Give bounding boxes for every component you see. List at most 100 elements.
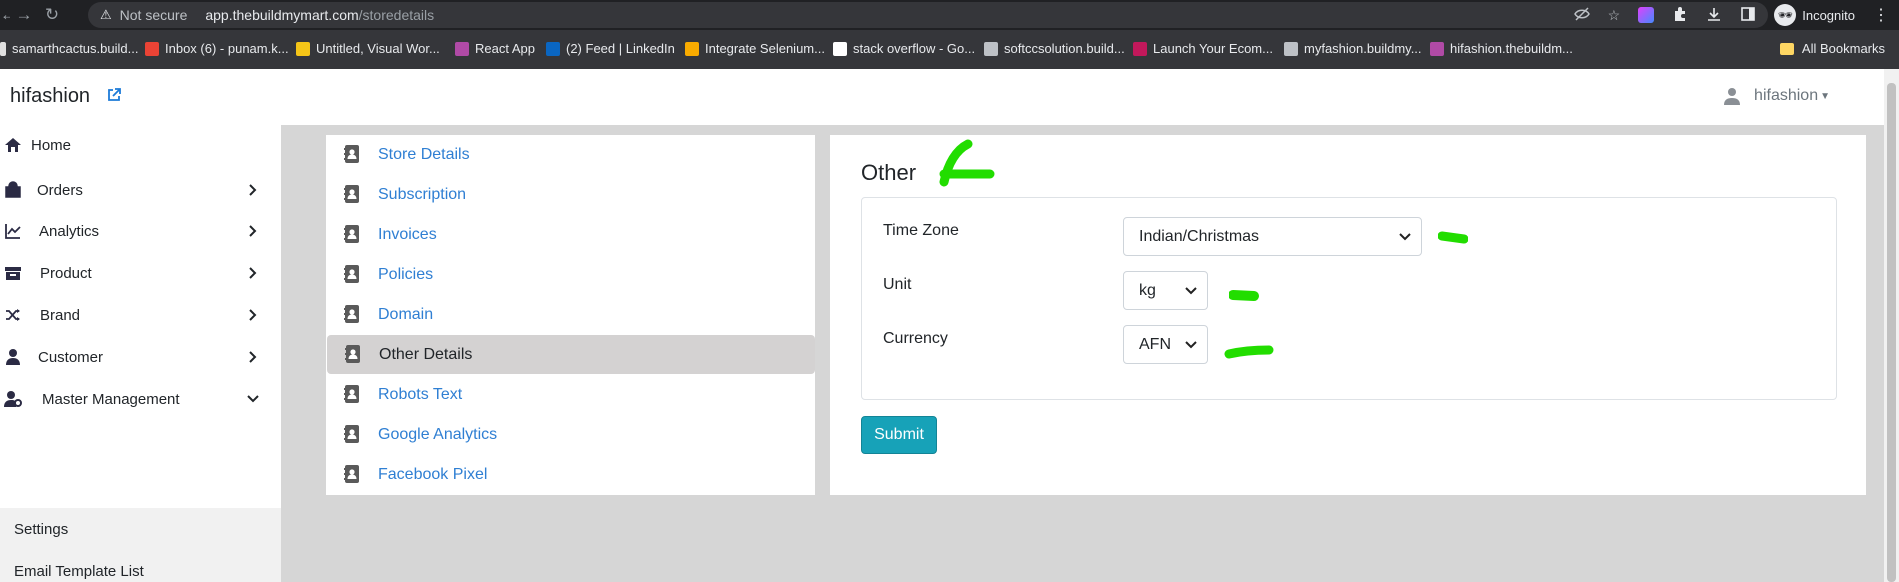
settings-menu-item-subscription[interactable]: Subscription (326, 175, 815, 215)
puzzle-icon[interactable] (1672, 6, 1688, 25)
bookmark-item[interactable]: myfashion.buildmy... (1284, 41, 1422, 56)
settings-menu-item-facebook-pixel[interactable]: Facebook Pixel (326, 455, 815, 495)
bookmark-favicon-icon (685, 41, 699, 56)
unit-select[interactable]: kg (1123, 271, 1208, 310)
sidebar-item-analytics[interactable]: Analytics (0, 211, 281, 251)
bookmark-item[interactable]: samarthcactus.build... (0, 41, 138, 56)
settings-menu-item-policies[interactable]: Policies (326, 255, 815, 295)
caret-down-icon: ▼ (1820, 90, 1830, 102)
sidebar-item-label: Orders (37, 182, 83, 199)
time-zone-select[interactable]: Indian/Christmas (1123, 217, 1422, 256)
page-scrollbar[interactable] (1884, 69, 1899, 582)
contact-book-icon (344, 425, 359, 443)
settings-menu-item-domain[interactable]: Domain (326, 295, 815, 335)
panel-title: Other (861, 160, 917, 185)
time-zone-label: Time Zone (883, 222, 959, 239)
security-label[interactable]: Not secure (120, 7, 188, 23)
currency-select[interactable]: AFN (1123, 325, 1208, 364)
sidebar-item-orders[interactable]: Orders (0, 170, 281, 210)
app-header: hifashion hifashion ▼ (0, 69, 1884, 125)
bookmark-item[interactable]: Launch Your Ecom... (1133, 41, 1273, 56)
star-icon[interactable]: ☆ (1608, 7, 1621, 24)
browser-toolbar: ← → ↻ ⚠ Not secure app.thebuildmymart.co… (0, 0, 1899, 30)
currency-value: AFN (1139, 335, 1171, 353)
bookmark-item[interactable]: Inbox (6) - punam.k... (145, 41, 289, 56)
chevron-right-icon (249, 351, 257, 363)
settings-menu-label: Facebook Pixel (378, 466, 488, 483)
reload-icon[interactable]: ↻ (38, 5, 66, 25)
user-icon (1724, 87, 1741, 105)
sidebar-item-customer[interactable]: Customer (0, 337, 281, 377)
user-menu[interactable]: hifashion ▼ (1724, 87, 1830, 105)
scrollbar-thumb[interactable] (1887, 83, 1896, 582)
extension-color-icon[interactable] (1638, 7, 1655, 23)
bookmark-favicon-icon (145, 41, 159, 56)
warning-icon[interactable]: ⚠ (100, 7, 112, 23)
forward-arrow-icon[interactable]: → (10, 5, 38, 25)
annotation-arrow-mark (939, 139, 995, 187)
submit-button[interactable]: Submit (861, 416, 937, 454)
incognito-indicator[interactable]: 🕶 Incognito (1774, 4, 1855, 26)
external-link-icon[interactable] (106, 87, 124, 105)
browser-actions: ☆ 🕶 Incognito ⋮ (1573, 4, 1889, 26)
bookmark-item[interactable]: (2) Feed | LinkedIn (546, 41, 675, 56)
submenu-item-settings[interactable]: Settings (14, 521, 68, 538)
eye-off-icon[interactable] (1573, 6, 1590, 25)
download-icon[interactable] (1706, 6, 1722, 25)
all-bookmarks[interactable]: All Bookmarks (1779, 41, 1885, 56)
brand-name: hifashion (10, 85, 91, 107)
sidebar-item-label: Master Management (42, 391, 180, 408)
user-icon (4, 348, 22, 366)
bookmark-favicon-icon (546, 41, 560, 56)
sidebar: Settings Email Template List Home Orders A… (0, 125, 281, 582)
sidebar-item-master-management[interactable]: Master Management (0, 379, 281, 419)
box-icon (4, 264, 22, 282)
bookmark-label: softccsolution.build... (1004, 41, 1125, 56)
kebab-menu-icon[interactable]: ⋮ (1873, 5, 1889, 25)
bookmark-item[interactable]: React App (455, 41, 535, 56)
submenu-item-email-template-list[interactable]: Email Template List (14, 563, 144, 580)
sidebar-item-home[interactable]: Home (0, 125, 281, 165)
contact-book-icon (344, 305, 359, 323)
contact-book-icon (344, 145, 359, 163)
bookmark-item[interactable]: hifashion.thebuildm... (1430, 41, 1573, 56)
settings-menu-item-google-analytics[interactable]: Google Analytics (326, 415, 815, 455)
sidebar-item-product[interactable]: Product (0, 253, 281, 293)
bookmark-favicon-icon (0, 41, 6, 56)
bookmark-favicon-icon (455, 41, 469, 56)
bookmarks-bar: All Bookmarks samarthcactus.build... Inbo… (0, 30, 1899, 69)
user-gear-icon (4, 390, 22, 408)
unit-value: kg (1139, 281, 1156, 299)
settings-menu-label: Store Details (378, 146, 470, 163)
settings-menu-item-invoices[interactable]: Invoices (326, 215, 815, 255)
chevron-down-icon (247, 395, 259, 403)
bag-icon (4, 181, 22, 199)
bookmark-favicon-icon (984, 41, 998, 56)
bookmark-favicon-icon (1133, 41, 1147, 56)
settings-menu-item-store-details[interactable]: Store Details (326, 135, 815, 175)
all-bookmarks-label: All Bookmarks (1801, 41, 1885, 56)
chevron-down-icon (1185, 341, 1197, 349)
bookmark-item[interactable]: Untitled, Visual Wor... (296, 41, 440, 56)
settings-menu-item-other-details[interactable]: Other Details (327, 335, 815, 374)
chevron-right-icon (249, 184, 257, 196)
bookmark-label: Integrate Selenium... (705, 41, 825, 56)
bookmark-item[interactable]: softccsolution.build... (984, 41, 1125, 56)
settings-menu-label: Other Details (379, 346, 473, 363)
settings-menu-item-robots-text[interactable]: Robots Text (326, 375, 815, 415)
incognito-icon: 🕶 (1774, 4, 1797, 26)
address-bar[interactable]: ⚠ Not secure app.thebuildmymart.com/stor… (88, 2, 1768, 28)
shuffle-icon (4, 306, 22, 324)
sidepanel-icon[interactable] (1740, 6, 1756, 25)
back-arrow-icon[interactable]: ← (0, 5, 10, 25)
settings-menu-label: Robots Text (378, 386, 463, 403)
bookmark-favicon-icon (1430, 41, 1444, 56)
annotation-mark-currency (1224, 345, 1274, 359)
contact-book-icon (344, 465, 359, 483)
bookmark-item[interactable]: stack overflow - Go... (833, 41, 975, 56)
time-zone-value: Indian/Christmas (1139, 227, 1260, 245)
sidebar-item-label: Customer (38, 349, 104, 366)
sidebar-item-label: Home (31, 137, 72, 154)
bookmark-item[interactable]: Integrate Selenium... (685, 41, 825, 56)
sidebar-item-brand[interactable]: Brand (0, 295, 281, 335)
